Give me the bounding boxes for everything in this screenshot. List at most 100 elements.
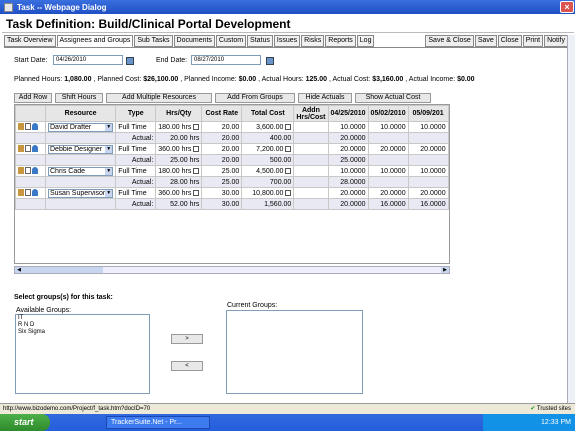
end-calendar-icon[interactable] xyxy=(266,57,274,65)
chevron-down-icon[interactable]: ▼ xyxy=(105,123,113,131)
current-groups-list[interactable] xyxy=(226,310,363,394)
add-row-button[interactable]: Add Row xyxy=(14,93,52,103)
rate-cell[interactable]: 20.00 xyxy=(201,143,243,155)
tab-sub-tasks[interactable]: Sub Tasks xyxy=(134,35,173,47)
notify-button[interactable]: Notify xyxy=(544,35,568,47)
addn-cell[interactable] xyxy=(293,187,329,199)
person-icon[interactable] xyxy=(32,145,38,153)
document-icon[interactable] xyxy=(25,167,31,175)
chevron-down-icon[interactable]: ▼ xyxy=(105,145,113,153)
total-checkbox[interactable] xyxy=(285,189,292,196)
rate-cell[interactable]: 30.00 xyxy=(201,187,243,199)
chevron-down-icon[interactable]: ▼ xyxy=(105,167,113,175)
hrs-cell[interactable]: 180.00 hrs xyxy=(155,121,203,133)
date-1-cell[interactable]: 20.0000 xyxy=(327,187,369,199)
hrs-cell[interactable]: 180.00 hrs xyxy=(155,165,203,177)
document-icon[interactable] xyxy=(25,123,31,131)
hrs-cell[interactable]: 360.00 hrs xyxy=(155,187,203,199)
document-icon[interactable] xyxy=(25,145,31,153)
resource-select[interactable]: Chris Cade ▼ xyxy=(48,166,114,176)
taskbar-window-button[interactable]: TrackerSuite.Net - Pr... xyxy=(106,416,210,429)
hrs-cell[interactable]: 360.00 hrs xyxy=(155,143,203,155)
actual-resource-cell xyxy=(44,132,117,144)
start-button[interactable]: start xyxy=(0,414,50,431)
save-button[interactable]: Save xyxy=(474,35,497,47)
chevron-down-icon[interactable]: ▼ xyxy=(105,189,113,197)
tab-status[interactable]: Status xyxy=(247,35,273,47)
edit-icon[interactable] xyxy=(18,123,24,131)
document-icon[interactable] xyxy=(25,189,31,197)
resource-cell[interactable]: Chris Cade ▼ xyxy=(44,165,117,177)
hrs-checkbox[interactable] xyxy=(193,167,200,174)
tab-issues[interactable]: Issues xyxy=(273,35,301,47)
add-from-groups-button[interactable]: Add From Groups xyxy=(215,93,295,103)
addn-cell[interactable] xyxy=(293,143,329,155)
save-and-close-button[interactable]: Save & Close xyxy=(425,35,474,47)
resource-cell[interactable]: Debbie Designer ▼ xyxy=(44,143,117,155)
edit-icon[interactable] xyxy=(18,167,24,175)
resource-cell[interactable]: Susan Supervisor ▼ xyxy=(44,187,117,199)
addn-cell[interactable] xyxy=(293,121,329,133)
hrs-value: 180.00 xyxy=(158,123,180,131)
total-checkbox[interactable] xyxy=(285,123,292,130)
date-1-cell[interactable]: 10.0000 xyxy=(327,165,369,177)
rate-cell[interactable]: 20.00 xyxy=(201,121,243,133)
date-3-cell[interactable]: 10.0000 xyxy=(407,121,449,133)
tab-log[interactable]: Log xyxy=(356,35,375,47)
date-3-cell[interactable]: 20.0000 xyxy=(407,143,449,155)
edit-icon[interactable] xyxy=(18,189,24,197)
date-2-cell[interactable]: 10.0000 xyxy=(367,165,409,177)
close-button[interactable]: Close xyxy=(497,35,522,47)
tab-documents[interactable]: Documents xyxy=(173,35,215,47)
start-date-input[interactable]: 04/26/2010 xyxy=(53,55,123,65)
grid-horizontal-scrollbar[interactable]: ◀ ▶ xyxy=(14,266,450,274)
total-value: 7,200.00 xyxy=(256,145,284,153)
date-1-cell[interactable]: 20.0000 xyxy=(327,143,369,155)
start-calendar-icon[interactable] xyxy=(126,57,134,65)
date-2-cell[interactable]: 20.0000 xyxy=(367,143,409,155)
hide-actuals-button[interactable]: Hide Actuals xyxy=(298,93,352,103)
addn-cell[interactable] xyxy=(293,165,329,177)
shift-hours-button[interactable]: Shift Hours xyxy=(55,93,103,103)
scroll-thumb[interactable] xyxy=(23,267,103,273)
tab-custom[interactable]: Custom xyxy=(215,35,247,47)
remove-group-button[interactable]: < xyxy=(171,361,203,371)
available-groups-list[interactable]: IT R N D Six Sigma xyxy=(15,314,150,394)
close-icon[interactable]: × xyxy=(560,1,574,13)
tab-task-overview[interactable]: Task Overview xyxy=(4,35,56,47)
scroll-right-icon[interactable]: ▶ xyxy=(441,267,449,273)
person-icon[interactable] xyxy=(32,123,38,131)
date-3-cell[interactable]: 20.0000 xyxy=(407,187,449,199)
total-checkbox[interactable] xyxy=(285,145,292,152)
add-multiple-resources-button[interactable]: Add Multiple Resources xyxy=(106,93,212,103)
tab-reports[interactable]: Reports xyxy=(325,35,356,47)
show-actual-cost-button[interactable]: Show Actual Cost xyxy=(355,93,431,103)
total-value: 10,800.00 xyxy=(252,189,284,197)
person-icon[interactable] xyxy=(32,167,38,175)
page-vertical-scrollbar[interactable] xyxy=(567,35,575,407)
resource-cell[interactable]: David Drafter ▼ xyxy=(44,121,117,133)
group-option[interactable]: R N D xyxy=(16,322,149,329)
hrs-checkbox[interactable] xyxy=(193,189,200,196)
edit-icon[interactable] xyxy=(18,145,24,153)
hrs-checkbox[interactable] xyxy=(193,123,200,130)
end-date-input[interactable]: 08/27/2010 xyxy=(191,55,261,65)
date-1-cell[interactable]: 10.0000 xyxy=(327,121,369,133)
hrs-checkbox[interactable] xyxy=(193,145,200,152)
group-option[interactable]: Six Sigma xyxy=(16,329,149,336)
person-icon[interactable] xyxy=(32,189,38,197)
rate-cell[interactable]: 25.00 xyxy=(201,165,243,177)
scroll-left-icon[interactable]: ◀ xyxy=(15,267,23,273)
date-2-cell[interactable]: 10.0000 xyxy=(367,121,409,133)
group-option[interactable]: IT xyxy=(16,315,149,322)
resource-select[interactable]: David Drafter ▼ xyxy=(48,122,114,132)
date-3-cell[interactable]: 10.0000 xyxy=(407,165,449,177)
date-2-cell[interactable]: 20.0000 xyxy=(367,187,409,199)
add-group-button[interactable]: > xyxy=(171,334,203,344)
tab-assignees-and-groups[interactable]: Assignees and Groups xyxy=(56,35,134,47)
resource-select[interactable]: Debbie Designer ▼ xyxy=(48,144,114,154)
total-checkbox[interactable] xyxy=(285,167,292,174)
tab-risks[interactable]: Risks xyxy=(301,35,325,47)
print-button[interactable]: Print xyxy=(522,35,544,47)
resource-select[interactable]: Susan Supervisor ▼ xyxy=(48,188,114,198)
